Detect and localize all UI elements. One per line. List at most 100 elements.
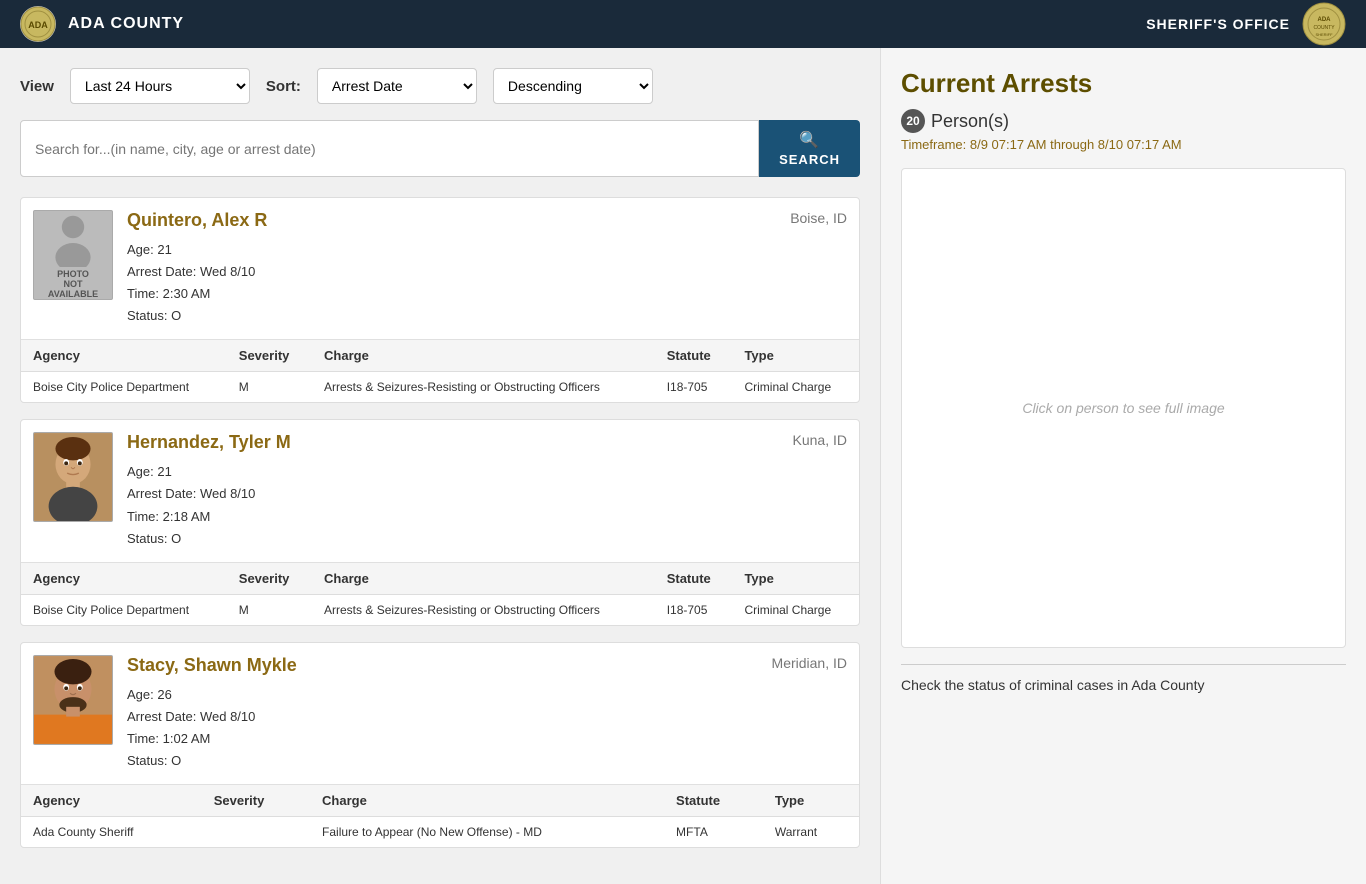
search-icon: 🔍 (799, 130, 820, 150)
person-photo-3 (33, 655, 113, 745)
person-name-row-3: Stacy, Shawn Mykle Meridian, ID (127, 655, 847, 684)
person-status-3: Status: O (127, 750, 847, 772)
col-agency-2: Agency (21, 562, 227, 594)
col-severity-3: Severity (202, 785, 310, 817)
charges-table-2: Agency Severity Charge Statute Type Bois… (21, 562, 859, 625)
section-title: Current Arrests (901, 68, 1346, 99)
person-card-1[interactable]: PHOTONOTAVAILABLE Quintero, Alex R Boise… (20, 197, 860, 403)
search-button[interactable]: 🔍 SEARCH (759, 120, 860, 177)
persons-label: Person(s) (931, 111, 1009, 132)
charge-statute: I18-705 (655, 372, 733, 403)
charge-type-2: Criminal Charge (732, 594, 859, 625)
col-agency-3: Agency (21, 785, 202, 817)
col-type-3: Type (763, 785, 859, 817)
col-statute-2: Statute (655, 562, 733, 594)
charge-agency-3: Ada County Sheriff (21, 817, 202, 848)
charge-row-2: Boise City Police Department M Arrests &… (21, 594, 859, 625)
charge-type-3: Warrant (763, 817, 859, 848)
person-location-1: Boise, ID (790, 210, 847, 226)
person-main-info-1: Quintero, Alex R Boise, ID Age: 21 Arres… (127, 210, 847, 327)
person-main-info-3: Stacy, Shawn Mykle Meridian, ID Age: 26 … (127, 655, 847, 772)
person-name-2[interactable]: Hernandez, Tyler M (127, 432, 291, 453)
charge-description-2: Arrests & Seizures-Resisting or Obstruct… (312, 594, 655, 625)
charge-description-3: Failure to Appear (No New Offense) - MD (310, 817, 664, 848)
person-arrest-date-1: Arrest Date: Wed 8/10 (127, 261, 847, 283)
charges-table-1: Agency Severity Charge Statute Type Bois… (21, 339, 859, 402)
search-row: 🔍 SEARCH (20, 120, 860, 177)
charge-severity-3 (202, 817, 310, 848)
person-card-2[interactable]: Hernandez, Tyler M Kuna, ID Age: 21 Arre… (20, 419, 860, 625)
charges-header-row: Agency Severity Charge Statute Type (21, 340, 859, 372)
timeframe-value: 8/9 07:17 AM through 8/10 07:17 AM (970, 137, 1182, 152)
person-time-3: Time: 1:02 AM (127, 728, 847, 750)
page-header: ADA ADA COUNTY SHERIFF'S OFFICE ADA COUN… (0, 0, 1366, 48)
col-type-2: Type (732, 562, 859, 594)
svg-text:ADA: ADA (28, 20, 48, 30)
search-button-label: SEARCH (779, 152, 840, 167)
search-input[interactable] (20, 120, 759, 177)
timeframe-label: Timeframe: (901, 137, 966, 152)
charge-type: Criminal Charge (732, 372, 859, 403)
svg-text:ADA: ADA (1318, 17, 1332, 23)
sort-label: Sort: (266, 78, 301, 95)
person-count-badge: 20 Person(s) (901, 109, 1009, 133)
view-label: View (20, 78, 54, 95)
charge-row-3: Ada County Sheriff Failure to Appear (No… (21, 817, 859, 848)
svg-text:SHERIFF: SHERIFF (1315, 32, 1333, 37)
person-card-3[interactable]: Stacy, Shawn Mykle Meridian, ID Age: 26 … (20, 642, 860, 848)
county-logo: ADA (20, 6, 56, 42)
sheriffs-office-label: SHERIFF'S OFFICE (1146, 16, 1290, 32)
person-name-row-2: Hernandez, Tyler M Kuna, ID (127, 432, 847, 461)
sheriffs-logo: ADA COUNTY SHERIFF (1302, 2, 1346, 46)
header-right: SHERIFF'S OFFICE ADA COUNTY SHERIFF (1146, 2, 1346, 46)
person-header-3: Stacy, Shawn Mykle Meridian, ID Age: 26 … (21, 643, 859, 784)
col-statute: Statute (655, 340, 733, 372)
charge-description: Arrests & Seizures-Resisting or Obstruct… (312, 372, 655, 403)
charges-header-row-3: Agency Severity Charge Statute Type (21, 785, 859, 817)
charge-agency-2: Boise City Police Department (21, 594, 227, 625)
person-time-2: Time: 2:18 AM (127, 506, 847, 528)
person-location-3: Meridian, ID (772, 655, 847, 671)
person-photo-1: PHOTONOTAVAILABLE (33, 210, 113, 300)
view-select[interactable]: Last 24 Hours Last 48 Hours Last 72 Hour… (70, 68, 250, 104)
person-location-2: Kuna, ID (793, 432, 847, 448)
left-panel: View Last 24 Hours Last 48 Hours Last 72… (0, 48, 880, 884)
person-header-2: Hernandez, Tyler M Kuna, ID Age: 21 Arre… (21, 420, 859, 561)
order-select[interactable]: Descending Ascending (493, 68, 653, 104)
person-details-3: Age: 26 Arrest Date: Wed 8/10 Time: 1:02… (127, 684, 847, 772)
person-name-3[interactable]: Stacy, Shawn Mykle (127, 655, 297, 676)
charges-header-row-2: Agency Severity Charge Statute Type (21, 562, 859, 594)
col-severity: Severity (227, 340, 312, 372)
main-container: View Last 24 Hours Last 48 Hours Last 72… (0, 48, 1366, 884)
col-charge-3: Charge (310, 785, 664, 817)
person-status-2: Status: O (127, 528, 847, 550)
col-statute-3: Statute (664, 785, 763, 817)
col-type: Type (732, 340, 859, 372)
header-left: ADA ADA COUNTY (20, 6, 184, 42)
sort-select[interactable]: Arrest Date Name City (317, 68, 477, 104)
person-age-3: Age: 26 (127, 684, 847, 706)
col-agency: Agency (21, 340, 227, 372)
person-photo-2 (33, 432, 113, 522)
person-name-1[interactable]: Quintero, Alex R (127, 210, 267, 231)
image-preview-box: Click on person to see full image (901, 168, 1346, 648)
charges-table-3: Agency Severity Charge Statute Type Ada … (21, 784, 859, 847)
person-main-info-2: Hernandez, Tyler M Kuna, ID Age: 21 Arre… (127, 432, 847, 549)
charge-statute-2: I18-705 (655, 594, 733, 625)
charge-severity-2: M (227, 594, 312, 625)
person-details-1: Age: 21 Arrest Date: Wed 8/10 Time: 2:30… (127, 239, 847, 327)
col-charge: Charge (312, 340, 655, 372)
person-status-1: Status: O (127, 305, 847, 327)
county-title: ADA COUNTY (68, 15, 184, 33)
right-panel: Current Arrests 20 Person(s) Timeframe: … (880, 48, 1366, 884)
charge-statute-3: MFTA (664, 817, 763, 848)
controls-row: View Last 24 Hours Last 48 Hours Last 72… (20, 68, 860, 104)
person-details-2: Age: 21 Arrest Date: Wed 8/10 Time: 2:18… (127, 461, 847, 549)
charge-severity: M (227, 372, 312, 403)
criminal-cases-text[interactable]: Check the status of criminal cases in Ad… (901, 677, 1204, 693)
svg-text:COUNTY: COUNTY (1313, 25, 1335, 31)
col-severity-2: Severity (227, 562, 312, 594)
person-time-1: Time: 2:30 AM (127, 283, 847, 305)
charge-row: Boise City Police Department M Arrests &… (21, 372, 859, 403)
person-name-row-1: Quintero, Alex R Boise, ID (127, 210, 847, 239)
